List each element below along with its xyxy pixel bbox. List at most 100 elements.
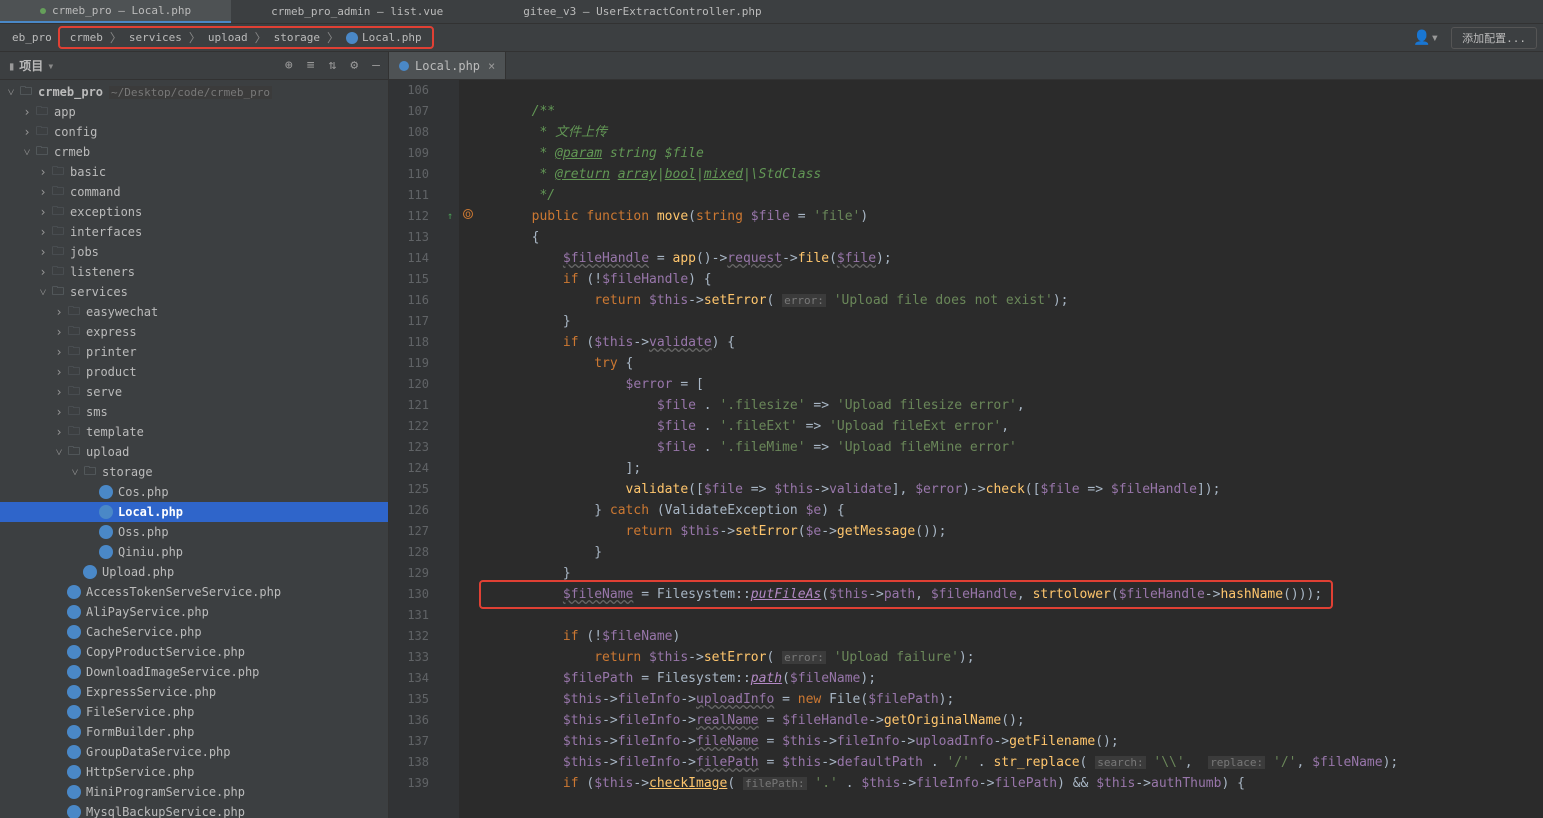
code-line[interactable]: if (!$fileHandle) {: [469, 269, 1543, 290]
breadcrumb-item[interactable]: storage: [268, 29, 326, 46]
tree-folder[interactable]: ˅🗀services: [0, 282, 388, 302]
breadcrumb-item[interactable]: crmeb: [64, 29, 109, 46]
tree-folder[interactable]: ›🗀app: [0, 102, 388, 122]
tree-folder[interactable]: ›🗀sms: [0, 402, 388, 422]
tree-file[interactable]: GroupDataService.php: [0, 742, 388, 762]
code-line[interactable]: {: [469, 227, 1543, 248]
tree-file[interactable]: FormBuilder.php: [0, 722, 388, 742]
chevron-icon[interactable]: ›: [52, 405, 66, 419]
code-line[interactable]: $file . '.fileExt' => 'Upload fileExt er…: [469, 416, 1543, 437]
chevron-icon[interactable]: ›: [36, 185, 50, 199]
chevron-icon[interactable]: ›: [36, 245, 50, 259]
code-line[interactable]: if (!$fileName): [469, 626, 1543, 647]
tree-file[interactable]: DownloadImageService.php: [0, 662, 388, 682]
tree-file[interactable]: Qiniu.php: [0, 542, 388, 562]
user-icon[interactable]: 👤▾: [1413, 30, 1439, 46]
sort-icon[interactable]: ⇅: [329, 58, 337, 73]
window-tab[interactable]: gitee_v3 – UserExtractController.php: [483, 0, 801, 23]
code-line[interactable]: }: [469, 311, 1543, 332]
tree-folder[interactable]: ›🗀product: [0, 362, 388, 382]
code-line[interactable]: $fileHandle = app()->request->file($file…: [469, 248, 1543, 269]
tree-folder[interactable]: ›🗀interfaces: [0, 222, 388, 242]
code-content[interactable]: /** * 文件上传 * @param string $file * @retu…: [459, 80, 1543, 818]
code-line[interactable]: [469, 605, 1543, 626]
gutter[interactable]: 1061071081091101111121131141151161171181…: [389, 80, 441, 818]
code-line[interactable]: $this->fileInfo->fileName = $this->fileI…: [469, 731, 1543, 752]
tree-file[interactable]: Oss.php: [0, 522, 388, 542]
code-line[interactable]: ];: [469, 458, 1543, 479]
tree-folder[interactable]: ›🗀easywechat: [0, 302, 388, 322]
tree-file[interactable]: CacheService.php: [0, 622, 388, 642]
window-tab[interactable]: crmeb_pro_admin – list.vue: [231, 0, 483, 23]
code-line[interactable]: }: [469, 542, 1543, 563]
tree-folder[interactable]: ›🗀command: [0, 182, 388, 202]
code-line[interactable]: * @param string $file: [469, 143, 1543, 164]
tree-folder[interactable]: ˅🗀storage: [0, 462, 388, 482]
chevron-icon[interactable]: ˅: [52, 445, 66, 460]
code-line[interactable]: $this->fileInfo->filePath = $this->defau…: [469, 752, 1543, 773]
tree-folder[interactable]: ›🗀serve: [0, 382, 388, 402]
code-line[interactable]: return $this->setError($e->getMessage())…: [469, 521, 1543, 542]
chevron-icon[interactable]: ›: [52, 325, 66, 339]
chevron-icon[interactable]: ›: [20, 105, 34, 119]
code-line[interactable]: $file . '.filesize' => 'Upload filesize …: [469, 395, 1543, 416]
code-line[interactable]: [469, 80, 1543, 101]
code-area[interactable]: 1061071081091101111121131141151161171181…: [389, 80, 1543, 818]
editor-tab[interactable]: Local.php ×: [389, 52, 506, 79]
code-line[interactable]: $filePath = Filesystem::path($fileName);: [469, 668, 1543, 689]
code-line[interactable]: validate([$file => $this->validate], $er…: [469, 479, 1543, 500]
chevron-icon[interactable]: ›: [52, 425, 66, 439]
code-line[interactable]: public function move(string $file = 'fil…: [469, 206, 1543, 227]
code-line[interactable]: $fileName = Filesystem::putFileAs($this-…: [469, 584, 1543, 605]
tree-folder[interactable]: ›🗀basic: [0, 162, 388, 182]
tree-folder[interactable]: ›🗀exceptions: [0, 202, 388, 222]
breadcrumb-item[interactable]: upload: [202, 29, 254, 46]
chevron-icon[interactable]: ˅: [20, 145, 34, 160]
breadcrumb-item[interactable]: Local.php: [340, 29, 428, 46]
breadcrumb-prefix[interactable]: eb_pro: [6, 29, 58, 46]
chevron-icon[interactable]: ›: [52, 345, 66, 359]
tree-folder[interactable]: ›🗀express: [0, 322, 388, 342]
chevron-icon[interactable]: ›: [36, 165, 50, 179]
tree-file[interactable]: CopyProductService.php: [0, 642, 388, 662]
tree-folder[interactable]: ›🗀listeners: [0, 262, 388, 282]
tree-file[interactable]: MiniProgramService.php: [0, 782, 388, 802]
project-title[interactable]: 项目: [19, 57, 43, 74]
chevron-icon[interactable]: ˅: [68, 465, 82, 480]
code-line[interactable]: $this->fileInfo->uploadInfo = new File($…: [469, 689, 1543, 710]
chevron-icon[interactable]: ›: [52, 305, 66, 319]
code-line[interactable]: return $this->setError( error: 'Upload f…: [469, 647, 1543, 668]
code-line[interactable]: * 文件上传: [469, 122, 1543, 143]
chevron-icon[interactable]: ›: [52, 385, 66, 399]
chevron-down-icon[interactable]: ˅: [4, 85, 18, 100]
tree-folder[interactable]: ›🗀config: [0, 122, 388, 142]
tree-folder[interactable]: ˅🗀crmeb: [0, 142, 388, 162]
tree-file[interactable]: HttpService.php: [0, 762, 388, 782]
breadcrumb-item[interactable]: services: [123, 29, 188, 46]
chevron-icon[interactable]: ˅: [36, 285, 50, 300]
chevron-icon[interactable]: ›: [36, 265, 50, 279]
code-line[interactable]: if ($this->checkImage( filePath: '.' . $…: [469, 773, 1543, 794]
code-line[interactable]: return $this->setError( error: 'Upload f…: [469, 290, 1543, 311]
code-line[interactable]: if ($this->validate) {: [469, 332, 1543, 353]
chevron-icon[interactable]: ›: [36, 205, 50, 219]
tree-file[interactable]: FileService.php: [0, 702, 388, 722]
add-config-button[interactable]: 添加配置...: [1451, 27, 1537, 49]
flatten-icon[interactable]: ≡: [307, 58, 315, 73]
tree-folder[interactable]: ›🗀printer: [0, 342, 388, 362]
project-tree[interactable]: ˅ 🗀 crmeb_pro ~/Desktop/code/crmeb_pro ›…: [0, 80, 388, 818]
tree-file[interactable]: Cos.php: [0, 482, 388, 502]
code-line[interactable]: $error = [: [469, 374, 1543, 395]
code-line[interactable]: $file . '.fileMime' => 'Upload fileMine …: [469, 437, 1543, 458]
tree-folder[interactable]: ›🗀jobs: [0, 242, 388, 262]
tree-file[interactable]: ExpressService.php: [0, 682, 388, 702]
code-line[interactable]: */: [469, 185, 1543, 206]
window-tab[interactable]: crmeb_pro – Local.php: [0, 0, 231, 23]
tree-file[interactable]: Local.php: [0, 502, 388, 522]
code-line[interactable]: try {: [469, 353, 1543, 374]
gear-icon[interactable]: ⚙: [350, 58, 358, 73]
code-line[interactable]: } catch (ValidateException $e) {: [469, 500, 1543, 521]
tree-file[interactable]: AliPayService.php: [0, 602, 388, 622]
code-line[interactable]: $this->fileInfo->realName = $fileHandle-…: [469, 710, 1543, 731]
locate-icon[interactable]: ⊕: [285, 58, 293, 73]
